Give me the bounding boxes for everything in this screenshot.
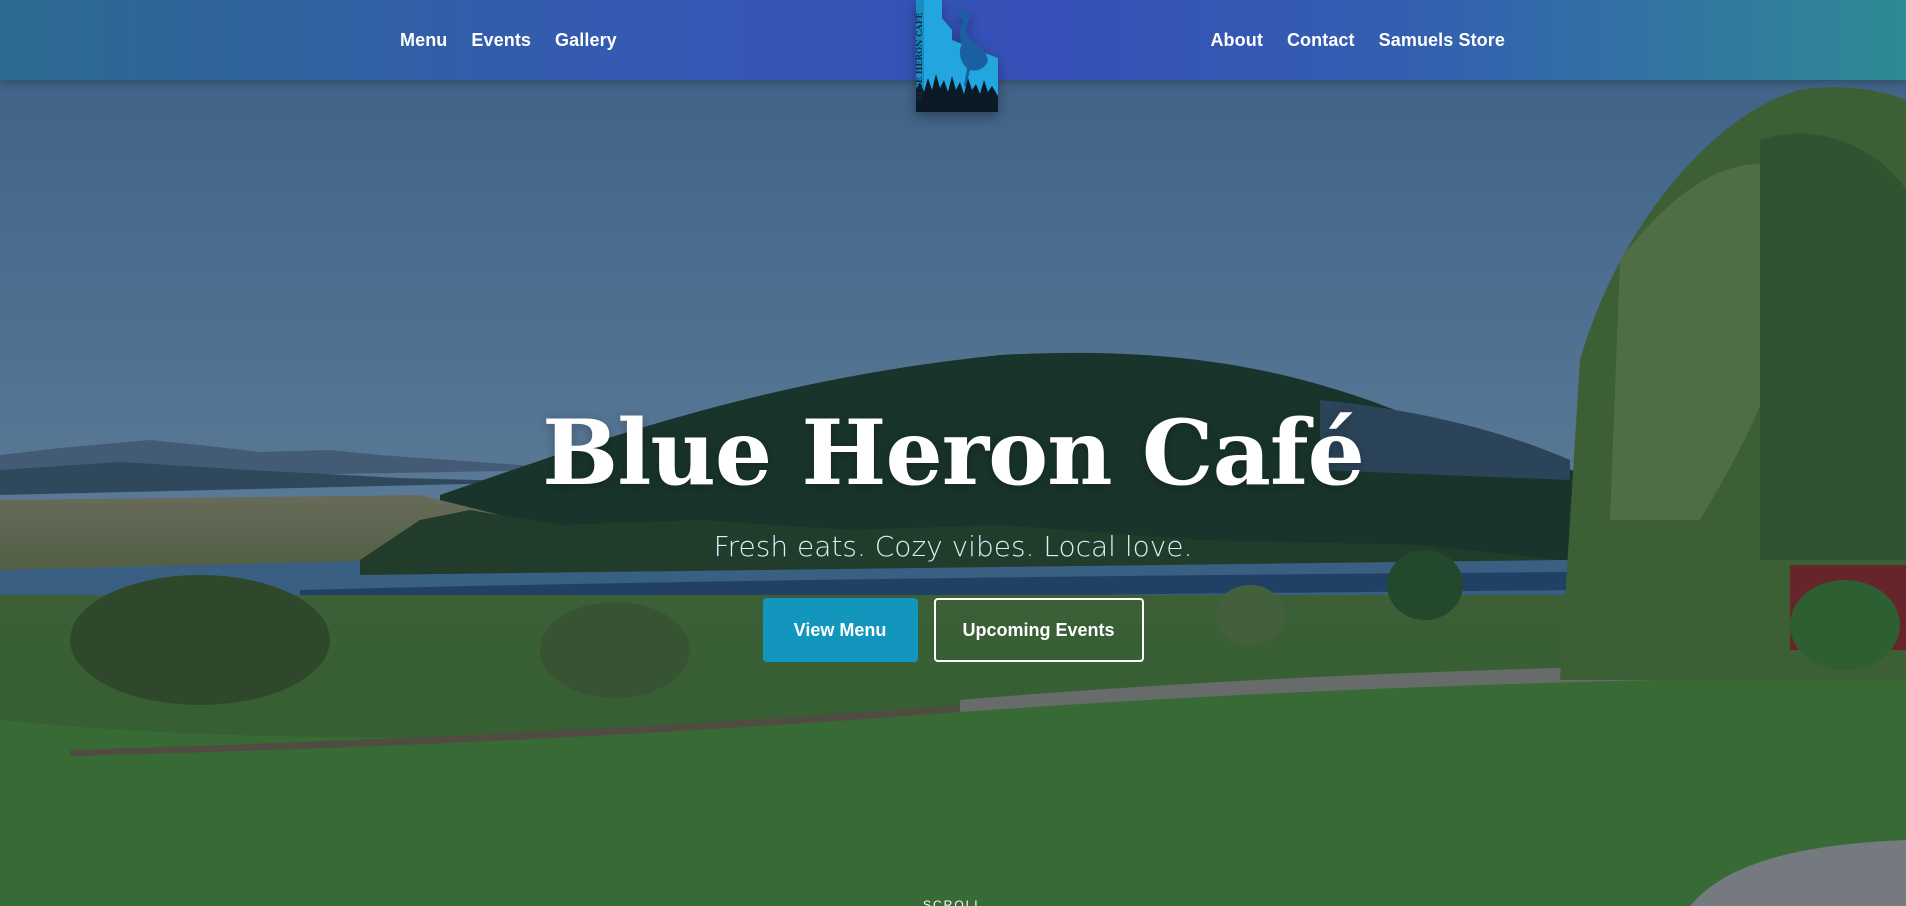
- nav-link-samuels-store[interactable]: Samuels Store: [1379, 30, 1505, 51]
- page: Menu Events Gallery About Contact Samuel…: [0, 0, 1906, 906]
- upcoming-events-button[interactable]: Upcoming Events: [933, 598, 1144, 662]
- nav-link-events[interactable]: Events: [471, 30, 531, 51]
- heron-logo[interactable]: BLUE HERON CAFE: [912, 0, 998, 112]
- logo-text: BLUE HERON CAFE: [914, 12, 924, 102]
- hero-cta-row: View Menu Upcoming Events: [0, 598, 1906, 662]
- nav-link-about[interactable]: About: [1210, 30, 1262, 51]
- nav-left-group: Menu Events Gallery: [400, 0, 617, 80]
- nav-right-group: About Contact Samuels Store: [1210, 0, 1505, 80]
- scroll-hint[interactable]: SCROLL: [0, 898, 1906, 906]
- view-menu-button[interactable]: View Menu: [762, 598, 918, 662]
- hero-tagline: Fresh eats. Cozy vibes. Local love.: [713, 530, 1193, 563]
- nav-link-gallery[interactable]: Gallery: [555, 30, 617, 51]
- hero-title: Blue Heron Café: [542, 400, 1365, 506]
- nav-link-contact[interactable]: Contact: [1287, 30, 1355, 51]
- nav-link-menu[interactable]: Menu: [400, 30, 447, 51]
